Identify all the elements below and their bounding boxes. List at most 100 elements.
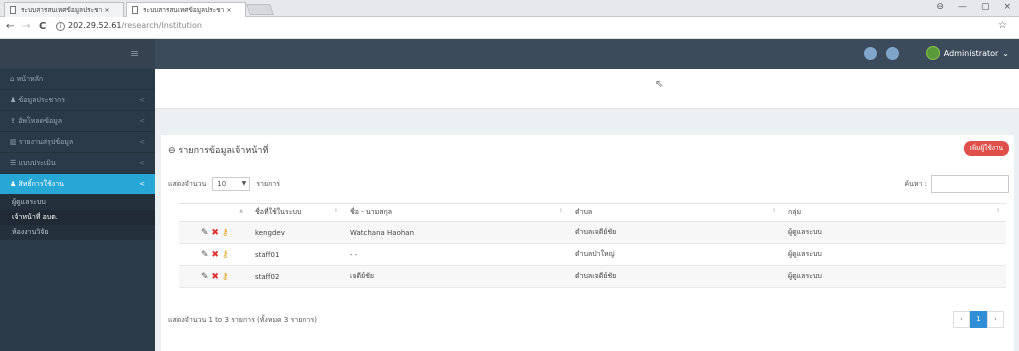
- user-outline-icon: ⊖: [168, 146, 179, 156]
- bookmark-star-icon[interactable]: ☆: [998, 20, 1007, 31]
- column-header-subdistrict[interactable]: ตำบล ⇕: [569, 203, 782, 222]
- cell-fullname: Watchana Haohan: [344, 221, 569, 244]
- key-icon[interactable]: ⚷: [222, 250, 229, 260]
- pager-page-button[interactable]: 1: [970, 311, 987, 328]
- cell-username: staff02: [249, 265, 344, 288]
- tab-title: ระบบสารสนเทศข้อมูลประชา ×: [21, 6, 110, 14]
- edit-icon[interactable]: ✎: [201, 228, 209, 238]
- sort-icon: ⇕: [333, 208, 338, 214]
- key-icon[interactable]: ⚷: [222, 272, 229, 282]
- chevron-left-icon: <: [139, 180, 145, 188]
- close-window-button[interactable]: ×: [1003, 2, 1011, 12]
- edit-icon[interactable]: ✎: [201, 272, 209, 282]
- sort-icon: ⇕: [995, 208, 1000, 214]
- notification-icon[interactable]: [864, 47, 877, 60]
- users-icon: ♟: [10, 96, 19, 104]
- window-controls: ⊖ — ▢ ×: [936, 2, 1011, 12]
- cell-fullname: - -: [344, 243, 569, 266]
- cell-group: ผู้ดูแลระบบ: [782, 221, 1006, 244]
- row-actions: ✎ ✖ ⚷: [179, 243, 249, 266]
- delete-icon[interactable]: ✖: [211, 272, 219, 282]
- sidebar-subitem-research[interactable]: ห้องงานวิจัย: [0, 225, 155, 240]
- browser-tab[interactable]: ระบบสารสนเทศข้อมูลประชา ×: [4, 2, 124, 17]
- cell-fullname: เจดีย์ชัย: [344, 265, 569, 288]
- message-icon[interactable]: [886, 47, 899, 60]
- home-icon: ⌂: [10, 75, 17, 83]
- sort-icon: ▲: [239, 208, 243, 214]
- header-logo-area: ≡: [0, 39, 155, 69]
- length-suffix: รายการ: [256, 179, 281, 188]
- staff-panel: ⊖ รายการข้อมูลเจ้าหน้าที่ เพิ่มผู้ใช้งาน…: [161, 135, 1014, 351]
- cell-subdistrict: ตำบลป่าใหญ่: [569, 243, 782, 266]
- maximize-button[interactable]: ▢: [981, 2, 990, 12]
- new-tab-button[interactable]: [245, 4, 275, 15]
- length-label: แสดงจำนวน: [168, 179, 207, 188]
- address-bar[interactable]: 202.29.52.61/research/Institution: [68, 21, 202, 30]
- user-icon: ♟: [10, 180, 19, 188]
- sidebar-item-permissions[interactable]: ♟ สิทธิ์การใช้งาน <: [0, 174, 155, 195]
- tab-title: ระบบสารสนเทศข้อมูลประชา ×: [143, 6, 232, 14]
- chevron-left-icon: <: [139, 159, 145, 167]
- column-header-username[interactable]: ชื่อที่ใช้ในระบบ ⇕: [249, 203, 344, 222]
- add-user-button[interactable]: เพิ่มผู้ใช้งาน: [963, 141, 1009, 156]
- table-info: แสดงจำนวน 1 to 3 รายการ (ทั้งหมด 3 รายกา…: [168, 316, 317, 324]
- minimize-button[interactable]: —: [958, 2, 967, 12]
- table-header-row: ▲ ชื่อที่ใช้ในระบบ ⇕ ชื่อ - นามสกุล ⇕ ตำบล…: [179, 203, 1006, 222]
- chevron-left-icon: <: [139, 117, 145, 125]
- column-header-actions[interactable]: ▲: [179, 203, 249, 222]
- sort-icon: ⇕: [771, 208, 776, 214]
- table-row: ✎ ✖ ⚷ kengdev Watchana Haohan ตำบลเจดีย์…: [179, 221, 1006, 244]
- chevron-left-icon: <: [139, 138, 145, 146]
- avatar: [925, 46, 940, 60]
- list-icon: ☰: [10, 159, 19, 167]
- sidebar-item-assessment[interactable]: ☰ แบบประเมิน <: [0, 153, 155, 174]
- sidebar-item-upload[interactable]: ⇪ อัพโหลดข้อมูล <: [0, 111, 155, 132]
- search-input[interactable]: [931, 175, 1009, 193]
- sidebar-subitem-staff[interactable]: เจ้าหน้าที่ อบต.: [0, 210, 155, 225]
- key-icon[interactable]: ⚷: [222, 228, 229, 238]
- pagination: ‹ 1 ›: [953, 311, 1004, 328]
- user-menu[interactable]: Administrator ⌄: [925, 46, 1009, 60]
- site-info-icon[interactable]: i: [56, 22, 65, 31]
- chevron-left-icon: <: [139, 96, 145, 104]
- sidebar-subitem-admin[interactable]: ผู้ดูแลระบบ: [0, 195, 155, 210]
- chevron-down-icon: ▼: [241, 180, 247, 187]
- chevron-down-icon: ⌄: [1002, 48, 1009, 58]
- edit-icon[interactable]: ✎: [201, 250, 209, 260]
- user-name: Administrator: [943, 48, 999, 58]
- sidebar-item-reports[interactable]: ▥ รายงานสรุปข้อมูล <: [0, 132, 155, 153]
- url-path: /research/Institution: [121, 21, 202, 30]
- table-row: ✎ ✖ ⚷ staff02 เจดีย์ชัย ตำบลเจดีย์ชัย ผู…: [179, 265, 1006, 288]
- sidebar: ⌂ หน้าหลัก ♟ ข้อมูลประชากร < ⇪ อัพโหลดข้…: [0, 69, 155, 351]
- table-row: ✎ ✖ ⚷ staff01 - - ตำบลป่าใหญ่ ผู้ดูแลระบ…: [179, 243, 1006, 266]
- sort-icon: ⇕: [558, 208, 563, 214]
- chart-icon: ▥: [10, 138, 19, 146]
- column-header-group[interactable]: กลุ่ม ⇕: [782, 203, 1006, 222]
- content-header: ⇖: [155, 69, 1019, 109]
- sidebar-item-population[interactable]: ♟ ข้อมูลประชากร <: [0, 90, 155, 111]
- pager-prev-button[interactable]: ‹: [953, 311, 970, 328]
- delete-icon[interactable]: ✖: [211, 250, 219, 260]
- sidebar-item-home[interactable]: ⌂ หน้าหลัก: [0, 69, 155, 90]
- profile-icon[interactable]: ⊖: [936, 2, 944, 12]
- page-length-select[interactable]: 10 ▼: [212, 177, 251, 191]
- pager-next-button[interactable]: ›: [987, 311, 1004, 328]
- cell-username: kengdev: [249, 221, 344, 244]
- row-actions: ✎ ✖ ⚷: [179, 221, 249, 244]
- search-control: ค้นหา :: [904, 175, 1009, 193]
- page-length-control: แสดงจำนวน 10 ▼ รายการ: [168, 177, 280, 191]
- reload-icon[interactable]: C: [39, 21, 46, 32]
- page-icon: [132, 6, 138, 14]
- mouse-cursor-icon: ⇖: [655, 79, 664, 90]
- delete-icon[interactable]: ✖: [211, 228, 219, 238]
- browser-tab-active[interactable]: ระบบสารสนเทศข้อมูลประชา ×: [126, 2, 246, 17]
- cell-subdistrict: ตำบลเจดีย์ชัย: [569, 265, 782, 288]
- column-header-fullname[interactable]: ชื่อ - นามสกุล ⇕: [344, 203, 569, 222]
- panel-title: ⊖ รายการข้อมูลเจ้าหน้าที่: [168, 146, 269, 156]
- back-icon[interactable]: ←: [6, 21, 14, 32]
- forward-icon[interactable]: →: [22, 21, 30, 32]
- cell-username: staff01: [249, 243, 344, 266]
- row-actions: ✎ ✖ ⚷: [179, 265, 249, 288]
- menu-toggle-icon[interactable]: ≡: [130, 47, 139, 60]
- search-label: ค้นหา :: [904, 179, 927, 188]
